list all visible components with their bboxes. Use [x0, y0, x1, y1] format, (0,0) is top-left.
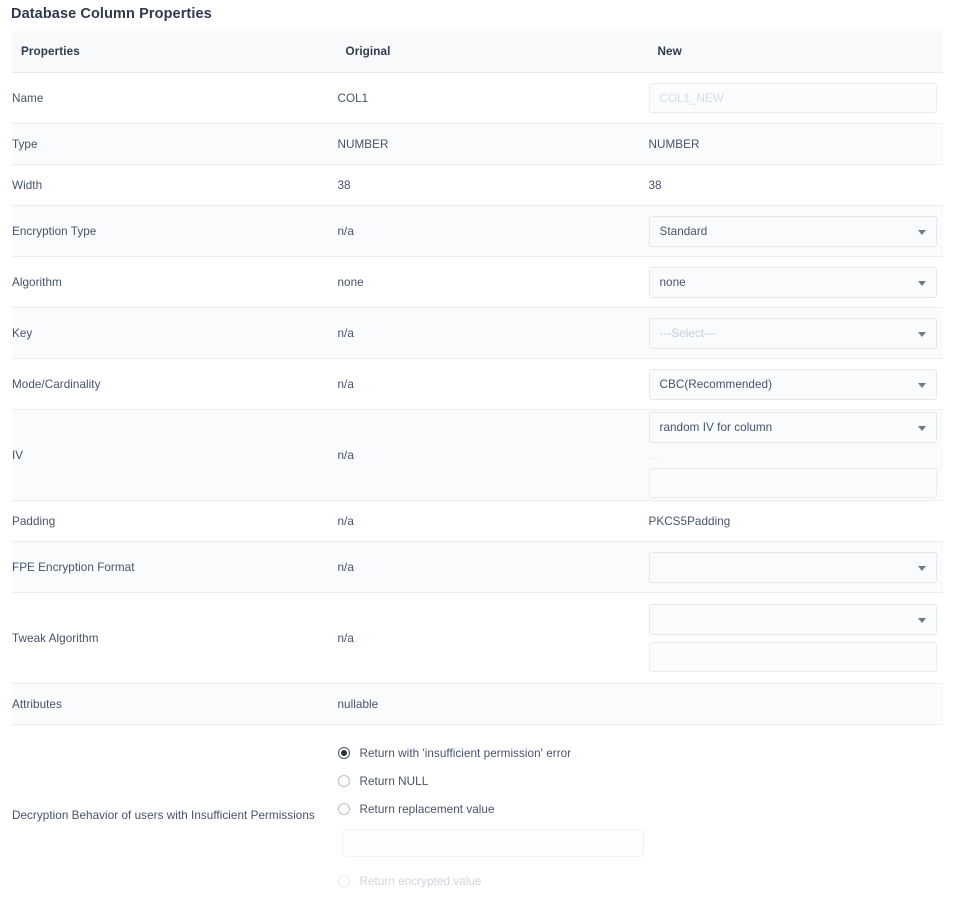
radio-icon[interactable] — [338, 803, 350, 815]
chevron-down-icon — [918, 566, 926, 571]
row-value-decryption-behavior: Return with 'insufficient permission' er… — [338, 725, 944, 906]
mode-cardinality-select[interactable]: CBC(Recommended) — [649, 369, 937, 400]
decryption-behavior-radio-group: Return with 'insufficient permission' er… — [338, 725, 944, 905]
row-original-attributes: nullable — [338, 684, 649, 725]
key-select[interactable]: ---Select--- — [649, 318, 937, 349]
row-new-mode-cardinality: CBC(Recommended) — [649, 359, 944, 410]
row-label-encryption-type: Encryption Type — [12, 206, 338, 257]
name-input[interactable] — [649, 83, 937, 113]
tweak-algorithm-input[interactable] — [649, 642, 937, 672]
chevron-down-icon — [918, 281, 926, 286]
iv-select[interactable]: random IV for column — [649, 412, 937, 443]
chevron-down-icon — [918, 618, 926, 623]
iv-control-stack: random IV for column ... — [649, 412, 944, 498]
row-new-key: ---Select--- — [649, 308, 944, 359]
chevron-down-icon — [918, 332, 926, 337]
table-body: Name COL1 Type NUMBER NUMBER Width 38 38 — [12, 73, 944, 906]
row-label-key: Key — [12, 308, 338, 359]
row-new-fpe-encryption-format — [649, 542, 944, 593]
radio-option-return-encrypted-value: Return encrypted value — [338, 867, 944, 895]
table-row-iv: IV n/a random IV for column ... — [12, 410, 944, 501]
row-new-iv: random IV for column ... — [649, 410, 944, 501]
row-original-type: NUMBER — [338, 124, 649, 165]
table-row-decryption-behavior: Decryption Behavior of users with Insuff… — [12, 725, 944, 906]
mode-cardinality-select-value: CBC(Recommended) — [660, 370, 773, 399]
tweak-algorithm-control-stack — [649, 604, 944, 672]
radio-label: Return encrypted value — [360, 875, 482, 888]
radio-option-return-null[interactable]: Return NULL — [338, 767, 944, 795]
chevron-down-icon — [918, 230, 926, 235]
radio-label: Return NULL — [360, 775, 429, 788]
row-new-name — [649, 73, 944, 124]
row-new-padding: PKCS5Padding — [649, 501, 944, 542]
table-row-tweak-algorithm: Tweak Algorithm n/a — [12, 593, 944, 684]
iv-select-value: random IV for column — [660, 413, 773, 442]
table-row-encryption-type: Encryption Type n/a Standard — [12, 206, 944, 257]
row-label-padding: Padding — [12, 501, 338, 542]
row-label-name: Name — [12, 73, 338, 124]
row-original-iv: n/a — [338, 410, 649, 501]
table-row-algorithm: Algorithm none none — [12, 257, 944, 308]
column-header-original: Original — [338, 31, 649, 73]
radio-icon — [338, 875, 350, 887]
iv-hint-text: ... — [649, 450, 944, 461]
row-label-decryption-behavior: Decryption Behavior of users with Insuff… — [12, 725, 338, 906]
row-new-type: NUMBER — [649, 124, 944, 165]
encryption-type-select-value: Standard — [660, 217, 708, 246]
radio-icon[interactable] — [338, 775, 350, 787]
table-row-padding: Padding n/a PKCS5Padding — [12, 501, 944, 542]
table-header-row: Properties Original New — [12, 31, 944, 73]
page-root: Database Column Properties Properties Or… — [0, 0, 954, 878]
column-header-properties: Properties — [12, 31, 338, 73]
radio-label: Return replacement value — [360, 803, 495, 816]
row-original-tweak-algorithm: n/a — [338, 593, 649, 684]
fpe-encryption-format-select[interactable] — [649, 552, 937, 583]
table-header: Properties Original New — [12, 31, 944, 73]
chevron-down-icon — [918, 426, 926, 431]
row-label-fpe-encryption-format: FPE Encryption Format — [12, 542, 338, 593]
row-new-tweak-algorithm — [649, 593, 944, 684]
radio-option-return-replacement-value[interactable]: Return replacement value — [338, 795, 944, 823]
row-label-tweak-algorithm: Tweak Algorithm — [12, 593, 338, 684]
algorithm-select-value: none — [660, 268, 686, 297]
row-original-width: 38 — [338, 165, 649, 206]
row-label-width: Width — [12, 165, 338, 206]
row-original-key: n/a — [338, 308, 649, 359]
tweak-algorithm-select[interactable] — [649, 604, 937, 635]
radio-label: Return with 'insufficient permission' er… — [360, 747, 572, 760]
radio-option-return-error[interactable]: Return with 'insufficient permission' er… — [338, 739, 944, 767]
table-row-width: Width 38 38 — [12, 165, 944, 206]
row-original-fpe-encryption-format: n/a — [338, 542, 649, 593]
algorithm-select[interactable]: none — [649, 267, 937, 298]
column-header-new: New — [649, 31, 944, 73]
database-column-properties-table: Properties Original New Name COL1 Type N… — [11, 30, 944, 906]
table-row-key: Key n/a ---Select--- — [12, 308, 944, 359]
row-new-width: 38 — [649, 165, 944, 206]
iv-value-input[interactable] — [649, 468, 937, 498]
row-new-attributes — [649, 684, 944, 725]
table-row-fpe-encryption-format: FPE Encryption Format n/a — [12, 542, 944, 593]
table-row-mode-cardinality: Mode/Cardinality n/a CBC(Recommended) — [12, 359, 944, 410]
row-new-algorithm: none — [649, 257, 944, 308]
row-original-algorithm: none — [338, 257, 649, 308]
chevron-down-icon — [918, 383, 926, 388]
table-row-type: Type NUMBER NUMBER — [12, 124, 944, 165]
replacement-value-input[interactable] — [342, 829, 644, 857]
page-title: Database Column Properties — [11, 0, 943, 30]
row-label-type: Type — [12, 124, 338, 165]
row-original-mode-cardinality: n/a — [338, 359, 649, 410]
row-original-padding: n/a — [338, 501, 649, 542]
row-label-iv: IV — [12, 410, 338, 501]
row-new-encryption-type: Standard — [649, 206, 944, 257]
table-row-name: Name COL1 — [12, 73, 944, 124]
key-select-value: ---Select--- — [660, 319, 716, 348]
row-label-attributes: Attributes — [12, 684, 338, 725]
row-original-name: COL1 — [338, 73, 649, 124]
row-original-encryption-type: n/a — [338, 206, 649, 257]
table-row-attributes: Attributes nullable — [12, 684, 944, 725]
row-label-mode-cardinality: Mode/Cardinality — [12, 359, 338, 410]
encryption-type-select[interactable]: Standard — [649, 216, 937, 247]
row-label-algorithm: Algorithm — [12, 257, 338, 308]
radio-icon[interactable] — [338, 747, 350, 759]
